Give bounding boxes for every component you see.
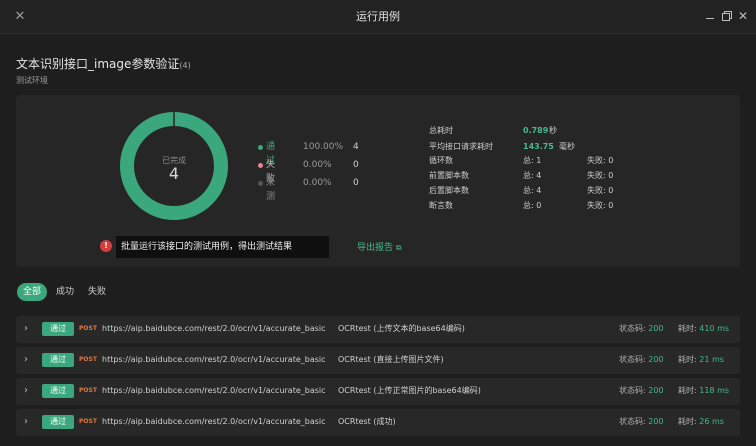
external-link-icon: ⧉ bbox=[395, 243, 402, 252]
status-code: 状态码: 200 bbox=[619, 353, 664, 367]
chevron-right-icon[interactable]: › bbox=[24, 415, 28, 429]
elapsed-time-value: 26 ms bbox=[699, 417, 724, 426]
info-alert-icon[interactable]: ! bbox=[100, 240, 112, 252]
elapsed-time: 耗时: 118 ms bbox=[678, 384, 729, 398]
avg-time-label: 平均接口请求耗时 bbox=[429, 142, 493, 151]
tab-failed[interactable]: 失败 bbox=[82, 283, 112, 301]
donut-center-value: 4 bbox=[168, 164, 180, 183]
loops-fail: 失败: 0 bbox=[587, 156, 614, 165]
case-count: (4) bbox=[179, 61, 191, 70]
elapsed-time-value: 21 ms bbox=[699, 355, 724, 364]
loops-total: 总: 1 bbox=[523, 156, 542, 165]
assert-label: 断言数 bbox=[429, 201, 453, 210]
tab-all[interactable]: 全部 bbox=[17, 283, 48, 301]
elapsed-time-label: 耗时: bbox=[678, 386, 697, 395]
window-close-icon[interactable]: ✕ bbox=[737, 10, 749, 22]
http-method: POST bbox=[79, 387, 97, 394]
loops-label: 循环数 bbox=[429, 156, 453, 165]
export-report-link[interactable]: 导出报告 ⧉ bbox=[357, 240, 402, 253]
status-code-label: 状态码: bbox=[619, 417, 646, 426]
elapsed-time-value: 410 ms bbox=[699, 324, 730, 333]
request-url: https://aip.baidubce.com/rest/2.0/ocr/v1… bbox=[102, 324, 326, 333]
legend-count-fail: 0 bbox=[353, 160, 359, 170]
status-code-label: 状态码: bbox=[619, 355, 646, 364]
legend-count-pass: 4 bbox=[353, 142, 359, 152]
page-title-text: 文本识别接口_image参数验证 bbox=[16, 57, 180, 71]
request-url: https://aip.baidubce.com/rest/2.0/ocr/v1… bbox=[102, 417, 326, 426]
legend-pct-fail: 0.00% bbox=[303, 160, 332, 170]
pre-script-total: 总: 4 bbox=[523, 171, 542, 180]
case-name: OCRtest (成功) bbox=[338, 417, 396, 426]
pre-script-fail: 失败: 0 bbox=[587, 171, 614, 180]
export-report-label: 导出报告 bbox=[357, 243, 394, 253]
legend-dot-untested bbox=[258, 181, 263, 186]
scrollbar[interactable] bbox=[750, 316, 754, 446]
tab-success[interactable]: 成功 bbox=[50, 283, 80, 301]
post-script-total: 总: 4 bbox=[523, 186, 542, 195]
avg-time-value: 143.75 bbox=[523, 142, 554, 151]
status-code-value: 200 bbox=[648, 324, 664, 333]
result-row[interactable]: › 通过 POST https://aip.baidubce.com/rest/… bbox=[16, 347, 740, 374]
avg-time-unit: 毫秒 bbox=[559, 142, 575, 151]
status-code: 状态码: 200 bbox=[619, 415, 664, 429]
result-row[interactable]: › 通过 POST https://aip.baidubce.com/rest/… bbox=[16, 378, 740, 405]
status-badge: 通过 bbox=[42, 384, 74, 398]
status-code-label: 状态码: bbox=[619, 324, 646, 333]
title-bar: ✕ 运行用例 ✕ bbox=[0, 0, 756, 34]
assert-total: 总: 0 bbox=[523, 201, 542, 210]
environment-label: 测试环境 bbox=[16, 76, 48, 85]
legend-pct-pass: 100.00% bbox=[303, 142, 344, 152]
elapsed-time-value: 118 ms bbox=[699, 386, 730, 395]
request-url: https://aip.baidubce.com/rest/2.0/ocr/v1… bbox=[102, 355, 326, 364]
result-row[interactable]: › 通过 POST https://aip.baidubce.com/rest/… bbox=[16, 316, 740, 343]
status-code: 状态码: 200 bbox=[619, 384, 664, 398]
elapsed-time: 耗时: 26 ms bbox=[678, 415, 724, 429]
status-code-value: 200 bbox=[648, 417, 664, 426]
total-time-value: 0.789 bbox=[523, 126, 549, 135]
result-row[interactable]: › 通过 POST https://aip.baidubce.com/rest/… bbox=[16, 409, 740, 436]
tooltip: 批量运行该接口的测试用例，得出测试结果 bbox=[116, 236, 329, 258]
case-name: OCRtest (上传文本的base64编码) bbox=[338, 324, 465, 333]
status-code-value: 200 bbox=[648, 386, 664, 395]
http-method: POST bbox=[79, 325, 97, 332]
elapsed-time: 耗时: 21 ms bbox=[678, 353, 724, 367]
legend-pct-untested: 0.00% bbox=[303, 178, 332, 188]
page-title: 文本识别接口_image参数验证(4) bbox=[16, 55, 191, 72]
status-code-value: 200 bbox=[648, 355, 664, 364]
elapsed-time-label: 耗时: bbox=[678, 417, 697, 426]
chevron-right-icon[interactable]: › bbox=[24, 384, 28, 398]
status-badge: 通过 bbox=[42, 322, 74, 336]
elapsed-time: 耗时: 410 ms bbox=[678, 322, 729, 336]
case-name: OCRtest (直接上传图片文件) bbox=[338, 355, 444, 364]
assert-fail: 失败: 0 bbox=[587, 201, 614, 210]
minimize-icon[interactable] bbox=[704, 10, 716, 22]
legend-name-untested: 未测 bbox=[266, 178, 276, 202]
pre-script-label: 前置脚本数 bbox=[429, 171, 469, 180]
post-script-fail: 失败: 0 bbox=[587, 186, 614, 195]
elapsed-time-label: 耗时: bbox=[678, 355, 697, 364]
legend-count-untested: 0 bbox=[353, 178, 359, 188]
chevron-right-icon[interactable]: › bbox=[24, 353, 28, 367]
case-name: OCRtest (上传正常图片的base64编码) bbox=[338, 386, 481, 395]
total-time-unit: 秒 bbox=[549, 126, 557, 135]
request-url: https://aip.baidubce.com/rest/2.0/ocr/v1… bbox=[102, 386, 326, 395]
post-script-label: 后置脚本数 bbox=[429, 186, 469, 195]
window-title: 运行用例 bbox=[356, 10, 400, 23]
total-time-label: 总耗时 bbox=[429, 126, 453, 135]
chevron-right-icon[interactable]: › bbox=[24, 322, 28, 336]
status-code: 状态码: 200 bbox=[619, 322, 664, 336]
legend-dot-pass bbox=[258, 145, 263, 150]
status-code-label: 状态码: bbox=[619, 386, 646, 395]
elapsed-time-label: 耗时: bbox=[678, 324, 697, 333]
http-method: POST bbox=[79, 418, 97, 425]
http-method: POST bbox=[79, 356, 97, 363]
status-badge: 通过 bbox=[42, 353, 74, 367]
status-badge: 通过 bbox=[42, 415, 74, 429]
restore-icon[interactable] bbox=[721, 10, 733, 22]
legend-dot-fail bbox=[258, 163, 263, 168]
